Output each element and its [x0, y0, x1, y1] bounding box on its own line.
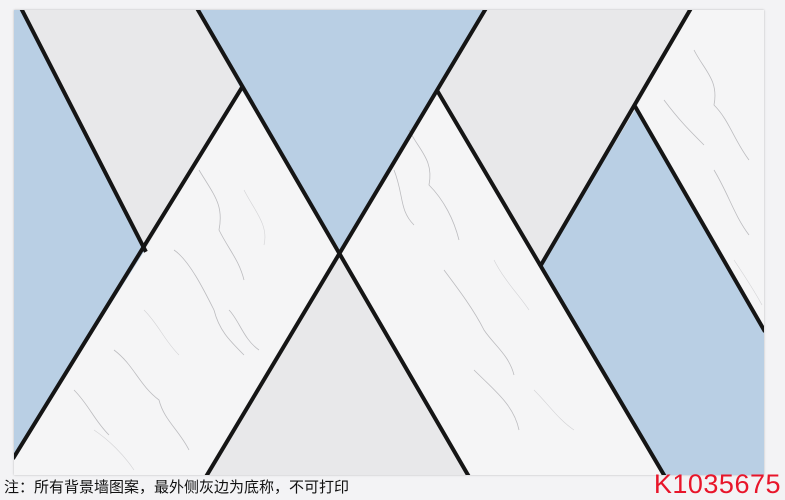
- footer-note: 注：所有背景墙图案，最外侧灰边为底称，不可打印: [4, 478, 350, 496]
- wallpaper-pattern: [14, 10, 764, 475]
- product-code: K1035675: [653, 469, 781, 499]
- page: 注：所有背景墙图案，最外侧灰边为底称，不可打印 K1035675: [0, 0, 785, 500]
- geometric-pattern-svg: [14, 10, 764, 475]
